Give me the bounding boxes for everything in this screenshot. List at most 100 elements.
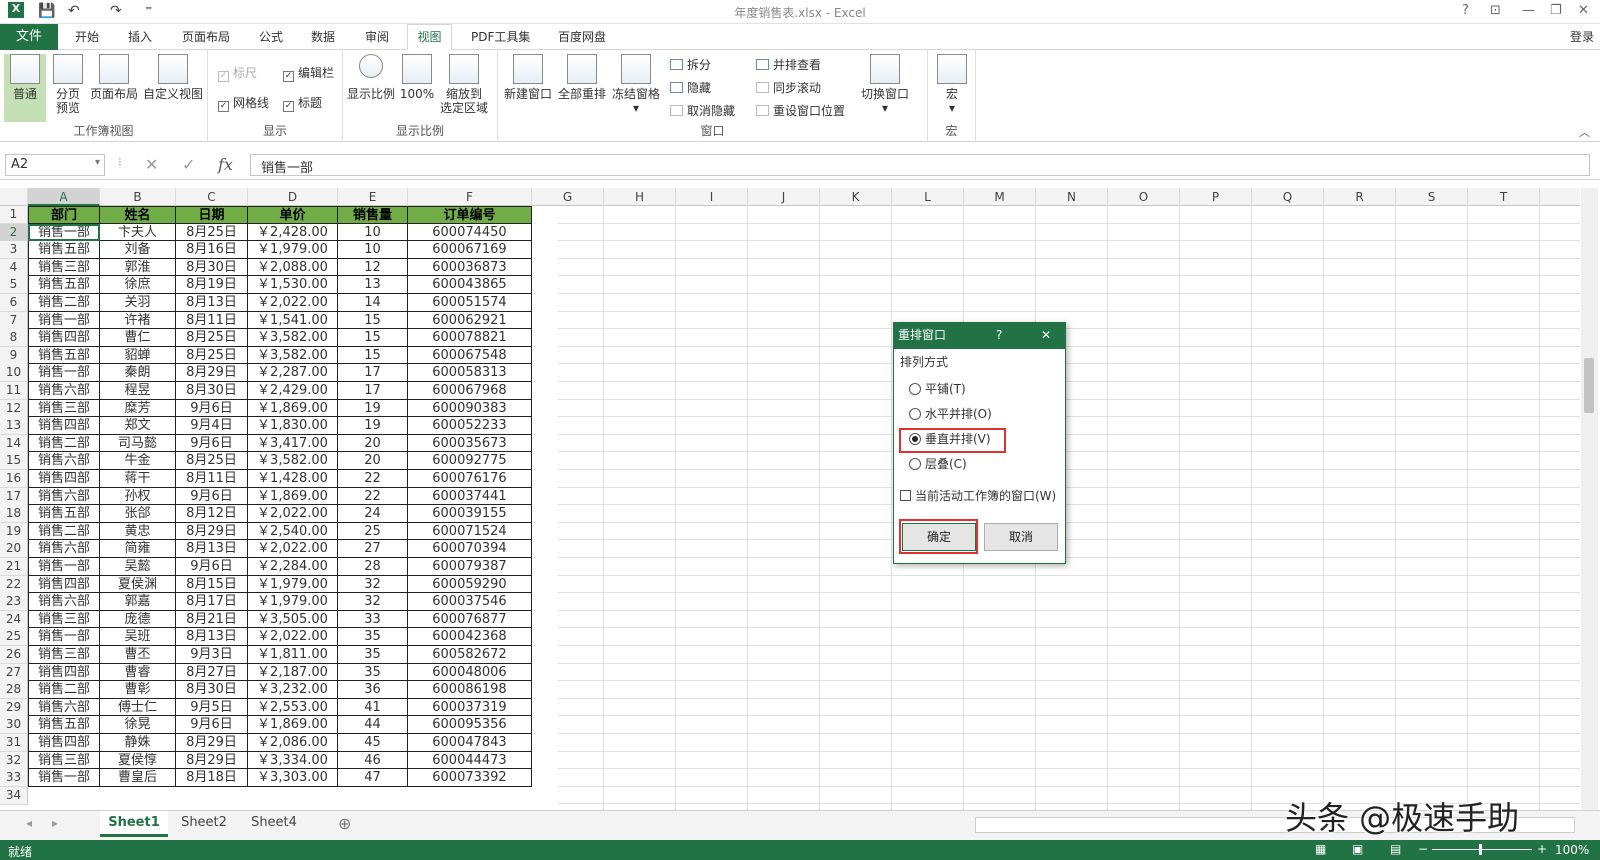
table-cell[interactable]: 销售六部	[28, 540, 100, 558]
table-cell[interactable]: 600092775	[408, 452, 532, 470]
table-cell[interactable]: 600076176	[408, 470, 532, 488]
column-header-m[interactable]: M	[964, 188, 1036, 206]
table-cell[interactable]: 孙权	[100, 487, 176, 506]
tab-insert[interactable]: 插入	[128, 28, 152, 45]
table-cell[interactable]: 牛金	[100, 452, 176, 470]
spreadsheet-grid[interactable]: ABCDEFGHIJKLMNOPQRST 1 2 3 4 5 6 7 8 9 10 11 12 13 14…	[0, 188, 1600, 810]
split-button[interactable]: 拆分	[670, 56, 711, 73]
table-cell[interactable]: 600037319	[408, 698, 532, 717]
table-cell[interactable]: ￥2,088.00	[248, 258, 338, 277]
table-cell[interactable]: 600086198	[408, 681, 532, 699]
table-cell[interactable]: ￥3,582.00	[248, 346, 338, 365]
table-cell[interactable]: 13	[338, 276, 408, 294]
table-cell[interactable]: 郑文	[100, 417, 176, 435]
header-cell[interactable]: 日期	[176, 206, 248, 224]
header-cell[interactable]: 姓名	[100, 206, 176, 224]
table-cell[interactable]: 徐庶	[100, 276, 176, 294]
table-cell[interactable]: 8月29日	[176, 734, 248, 752]
row-header-16[interactable]: 16	[0, 470, 28, 488]
table-cell[interactable]: 貂蝉	[100, 346, 176, 365]
table-cell[interactable]: 销售三部	[28, 646, 100, 664]
table-cell[interactable]: 销售三部	[28, 751, 100, 770]
page-layout-view-button[interactable]: 页面布局	[88, 54, 140, 101]
tab-view[interactable]: 视图	[407, 24, 452, 51]
reset-window-position-button[interactable]: 重设窗口位置	[756, 102, 845, 119]
row-header-24[interactable]: 24	[0, 610, 28, 629]
column-header-c[interactable]: C	[176, 188, 248, 206]
row-header-5[interactable]: 5	[0, 276, 28, 295]
row-header-33[interactable]: 33	[0, 769, 28, 788]
table-cell[interactable]: 曹仁	[100, 329, 176, 347]
tab-home[interactable]: 开始	[75, 28, 99, 45]
row-header-1[interactable]: 1	[0, 206, 28, 224]
table-cell[interactable]: 程昱	[100, 382, 176, 400]
row-header-22[interactable]: 22	[0, 575, 28, 594]
active-workbook-checkbox[interactable]: 当前活动工作簿的窗口(W)	[900, 487, 1056, 504]
table-cell[interactable]: 销售四部	[28, 575, 100, 594]
row-header-3[interactable]: 3	[0, 241, 28, 260]
table-cell[interactable]: 600042368	[408, 628, 532, 646]
table-cell[interactable]: 600037546	[408, 593, 532, 611]
table-cell[interactable]: 简雍	[100, 540, 176, 558]
table-cell[interactable]: 8月30日	[176, 681, 248, 699]
cancel-button[interactable]: 取消	[984, 523, 1058, 551]
radio-tiled[interactable]: 平铺(T)	[909, 380, 966, 397]
table-cell[interactable]: ￥3,505.00	[248, 610, 338, 629]
table-cell[interactable]: ￥2,022.00	[248, 628, 338, 646]
header-cell[interactable]: 单价	[248, 206, 338, 224]
row-header-13[interactable]: 13	[0, 417, 28, 436]
table-cell[interactable]: 22	[338, 470, 408, 488]
table-cell[interactable]: 15	[338, 329, 408, 347]
table-cell[interactable]: ￥3,334.00	[248, 751, 338, 770]
table-cell[interactable]: 600059290	[408, 575, 532, 594]
table-cell[interactable]: ￥2,287.00	[248, 364, 338, 382]
table-cell[interactable]: 45	[338, 734, 408, 752]
close-button[interactable]: ✕	[1578, 3, 1589, 18]
column-header-j[interactable]: J	[748, 188, 820, 206]
row-header-10[interactable]: 10	[0, 364, 28, 383]
table-cell[interactable]: 销售五部	[28, 505, 100, 523]
table-cell[interactable]: ￥2,429.00	[248, 382, 338, 400]
table-cell[interactable]: 600058313	[408, 364, 532, 382]
table-cell[interactable]: ￥3,232.00	[248, 681, 338, 699]
table-cell[interactable]: 销售六部	[28, 382, 100, 400]
table-cell[interactable]: 销售四部	[28, 663, 100, 682]
table-cell[interactable]: ￥2,284.00	[248, 558, 338, 576]
table-cell[interactable]: 600035673	[408, 434, 532, 453]
gridlines-checkbox[interactable]: ✓ 网格线	[218, 94, 269, 112]
table-cell[interactable]: 24	[338, 505, 408, 523]
table-cell[interactable]: 600074450	[408, 223, 532, 242]
table-cell[interactable]: 9月6日	[176, 434, 248, 453]
table-cell[interactable]: ￥2,540.00	[248, 522, 338, 541]
restore-button[interactable]: ❐	[1550, 3, 1562, 18]
name-box[interactable]: A2 ▾	[5, 154, 105, 176]
table-cell[interactable]: ￥1,979.00	[248, 241, 338, 259]
ribbon-display-icon[interactable]: ⊡	[1490, 3, 1501, 18]
zoom-100-button[interactable]: 100%	[399, 54, 435, 101]
table-cell[interactable]: 销售五部	[28, 276, 100, 294]
table-cell[interactable]: 销售六部	[28, 452, 100, 470]
table-cell[interactable]: 9月3日	[176, 646, 248, 664]
table-cell[interactable]: 销售一部	[28, 364, 100, 382]
table-cell[interactable]: 600090383	[408, 399, 532, 418]
table-cell[interactable]: 28	[338, 558, 408, 576]
header-cell[interactable]: 部门	[28, 206, 100, 224]
table-cell[interactable]: 销售一部	[28, 769, 100, 787]
table-cell[interactable]: 600582672	[408, 646, 532, 664]
unhide-button[interactable]: 取消隐藏	[670, 102, 735, 119]
zoom-to-selection-button[interactable]: 缩放到 选定区域	[438, 54, 490, 115]
table-cell[interactable]: 8月17日	[176, 593, 248, 611]
table-cell[interactable]: 销售三部	[28, 399, 100, 418]
column-header-i[interactable]: I	[676, 188, 748, 206]
table-cell[interactable]: 600078821	[408, 329, 532, 347]
table-cell[interactable]: 8月30日	[176, 258, 248, 277]
table-cell[interactable]: 卞夫人	[100, 223, 176, 242]
table-cell[interactable]: 8月12日	[176, 505, 248, 523]
row-header-8[interactable]: 8	[0, 329, 28, 348]
arrange-all-button[interactable]: 全部重排	[556, 54, 608, 101]
table-cell[interactable]: 销售四部	[28, 470, 100, 488]
help-icon[interactable]: ?	[1462, 3, 1469, 18]
table-cell[interactable]: ￥1,869.00	[248, 399, 338, 418]
table-cell[interactable]: 20	[338, 452, 408, 470]
table-cell[interactable]: 17	[338, 382, 408, 400]
